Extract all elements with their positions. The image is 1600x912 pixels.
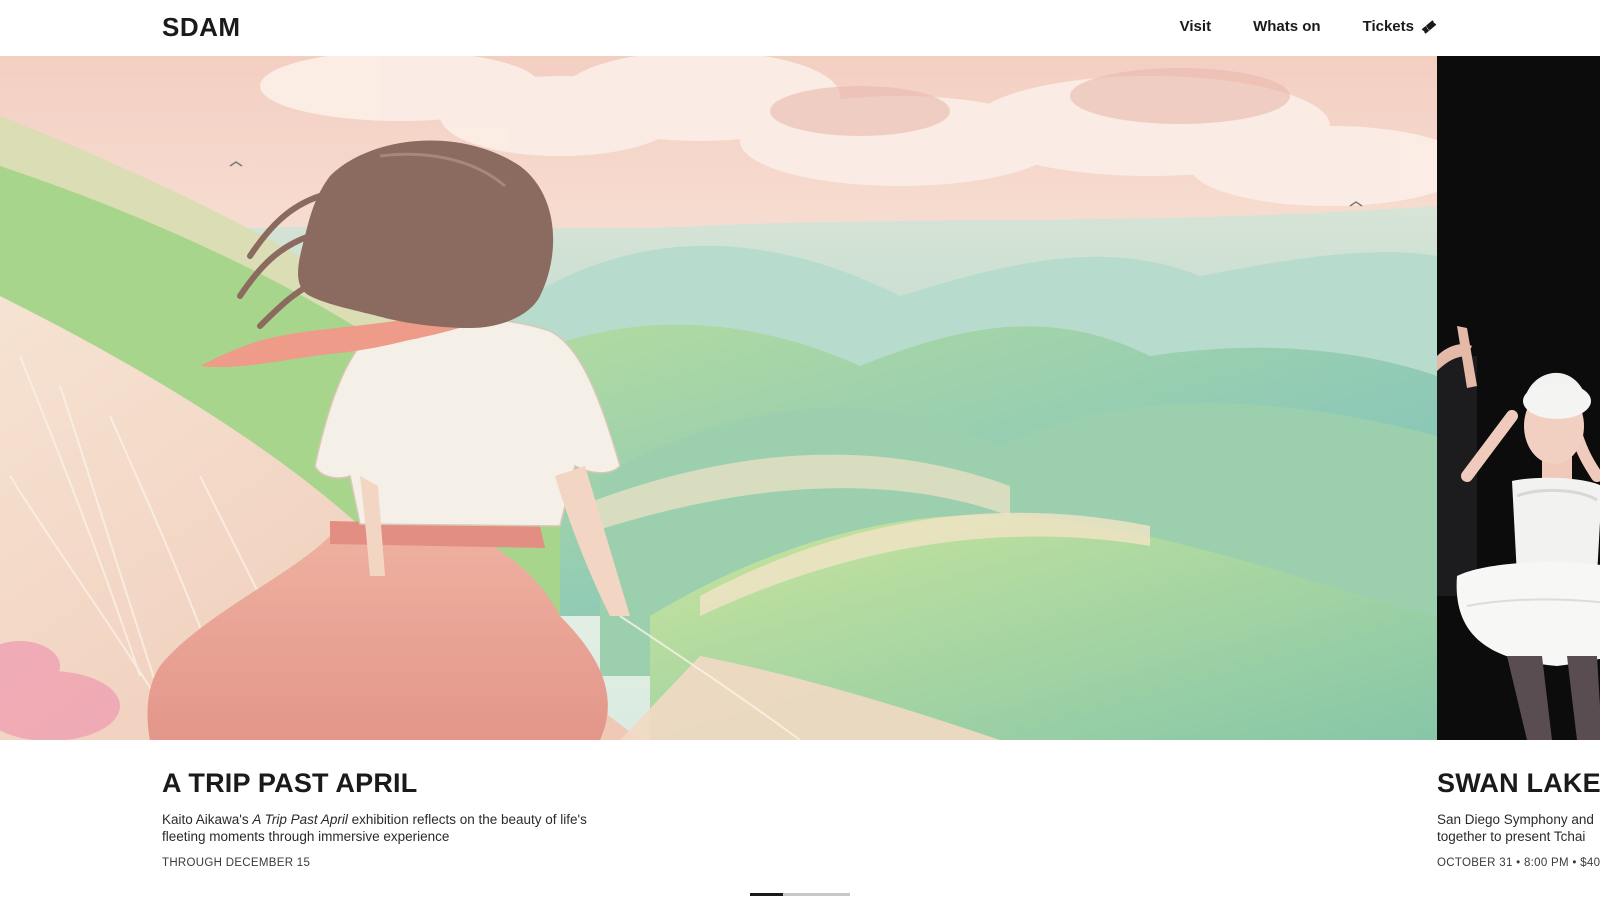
slide-title[interactable]: A TRIP PAST APRIL xyxy=(162,768,622,799)
main-nav: Visit Whats on Tickets xyxy=(1180,18,1438,35)
site-header: SDAM Visit Whats on Tickets xyxy=(0,0,1600,56)
slide-caption: SWAN LAKE San Diego Symphony and together… xyxy=(1437,768,1600,869)
nav-visit[interactable]: Visit xyxy=(1180,18,1211,35)
slide-description-emphasis: A Trip Past April xyxy=(252,812,348,827)
slide-date: OCTOBER 31 • 8:00 PM • $40 xyxy=(1437,857,1600,869)
nav-whats-on[interactable]: Whats on xyxy=(1253,18,1321,35)
nav-tickets[interactable]: Tickets xyxy=(1363,18,1438,35)
slide-caption: A TRIP PAST APRIL Kaito Aikawa's A Trip … xyxy=(162,768,622,869)
slide-description-prefix: Kaito Aikawa's xyxy=(162,812,253,827)
slide-description: Kaito Aikawa's A Trip Past April exhibit… xyxy=(162,811,622,845)
site-logo[interactable]: SDAM xyxy=(162,12,241,43)
ticket-icon xyxy=(1420,19,1438,34)
pager-active-indicator[interactable] xyxy=(750,893,784,896)
slide-description: San Diego Symphony and together to presen… xyxy=(1437,811,1600,845)
carousel-slide-trip-past-april[interactable]: A TRIP PAST APRIL Kaito Aikawa's A Trip … xyxy=(0,56,1437,869)
carousel-slide-swan-lake[interactable]: SWAN LAKE San Diego Symphony and together… xyxy=(1437,56,1600,869)
slide-title[interactable]: SWAN LAKE xyxy=(1437,768,1600,799)
nav-tickets-label: Tickets xyxy=(1362,18,1414,35)
slide-date: THROUGH DECEMBER 15 xyxy=(162,857,311,869)
slide-description-line-1: San Diego Symphony and xyxy=(1437,812,1594,827)
hero-image-ballet-dancer[interactable] xyxy=(1437,56,1600,740)
carousel-pager[interactable] xyxy=(750,893,850,896)
featured-carousel[interactable]: A TRIP PAST APRIL Kaito Aikawa's A Trip … xyxy=(0,56,1600,912)
slide-description-line-2: together to present Tchai xyxy=(1437,829,1586,844)
hero-image-anime-hills[interactable] xyxy=(0,56,1437,740)
